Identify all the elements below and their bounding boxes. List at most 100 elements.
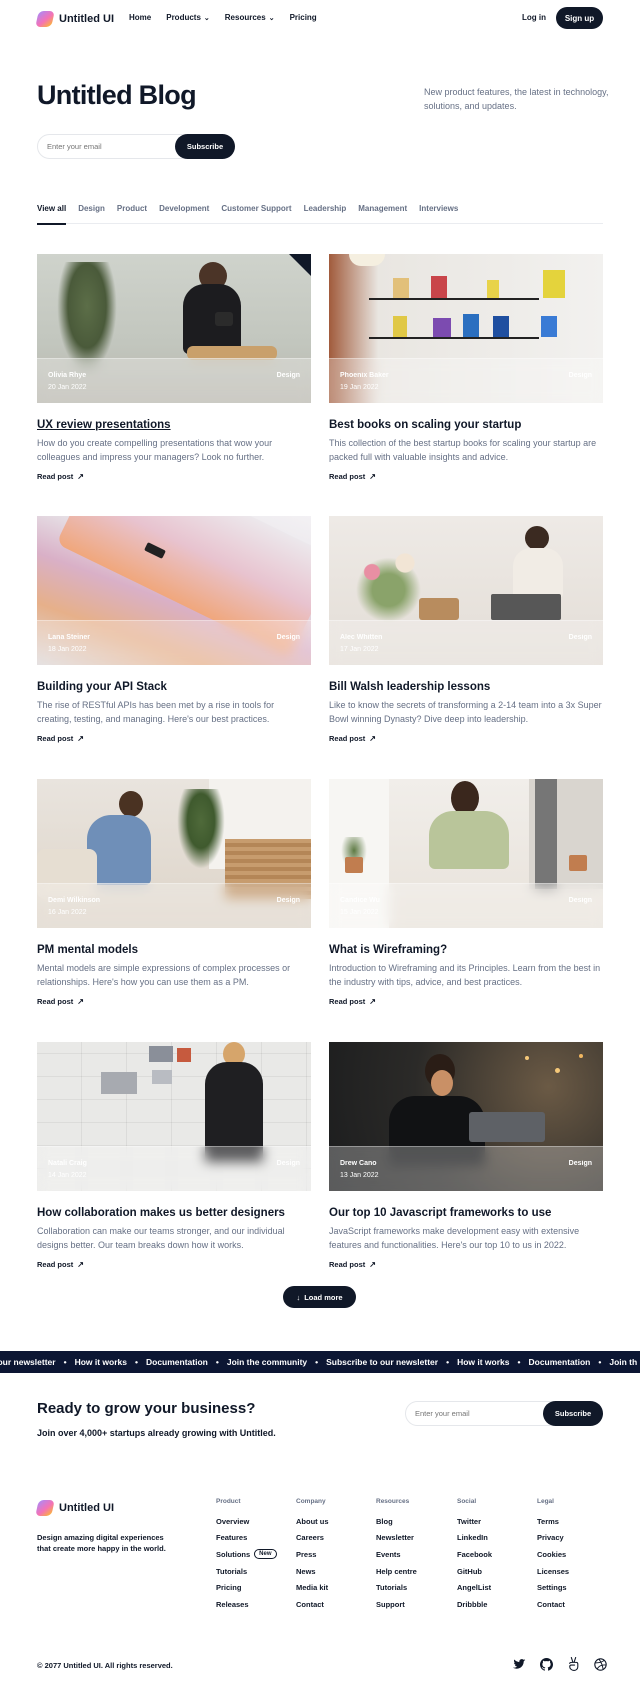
angellist-icon[interactable] bbox=[564, 1655, 582, 1673]
post-title[interactable]: PM mental models bbox=[37, 944, 311, 956]
footer-link[interactable]: Licenses bbox=[537, 1563, 569, 1580]
read-post-link[interactable]: Read post ↗ bbox=[37, 734, 311, 743]
cta-email-input[interactable] bbox=[406, 1402, 534, 1425]
footer-logo[interactable]: Untitled UI bbox=[35, 1500, 114, 1516]
footer-link[interactable]: Facebook bbox=[457, 1546, 492, 1563]
chevron-down-icon: ⌄ bbox=[203, 14, 210, 22]
marquee-item[interactable]: Join th bbox=[609, 1357, 637, 1367]
footer-link[interactable]: Cookies bbox=[537, 1546, 569, 1563]
logo-mark-icon bbox=[35, 11, 55, 27]
brand-logo[interactable]: Untitled UI bbox=[35, 11, 114, 27]
footer-link[interactable]: LinkedIn bbox=[457, 1530, 492, 1547]
footer-link[interactable]: Tutorials bbox=[376, 1579, 417, 1596]
footer-link[interactable]: Twitter bbox=[457, 1513, 492, 1530]
marquee-item[interactable]: Documentation bbox=[528, 1357, 590, 1367]
footer-link[interactable]: Media kit bbox=[296, 1579, 329, 1596]
footer-link[interactable]: Careers bbox=[296, 1530, 329, 1547]
tab-view-all[interactable]: View all bbox=[37, 204, 67, 225]
post-card[interactable]: Olivia Rhye 20 Jan 2022 Design UX review… bbox=[37, 254, 311, 481]
signup-button[interactable]: Sign up bbox=[556, 7, 603, 29]
post-image: Olivia Rhye 20 Jan 2022 Design bbox=[37, 254, 311, 403]
post-title[interactable]: UX review presentations bbox=[37, 419, 311, 431]
post-card[interactable]: Candice Wu 15 Jan 2022 Design What is Wi… bbox=[329, 779, 603, 1006]
read-post-link[interactable]: Read post ↗ bbox=[329, 1260, 603, 1269]
post-title[interactable]: Building your API Stack bbox=[37, 681, 311, 693]
cta-subscribe-button[interactable]: Subscribe bbox=[543, 1401, 603, 1426]
post-title[interactable]: What is Wireframing? bbox=[329, 944, 603, 956]
login-link[interactable]: Log in bbox=[522, 13, 546, 22]
footer-link[interactable]: Blog bbox=[376, 1513, 417, 1530]
footer-link[interactable]: Settings bbox=[537, 1579, 569, 1596]
marquee-item[interactable]: Subscribe to our newsletter bbox=[326, 1357, 438, 1367]
nav-link-home[interactable]: Home bbox=[129, 13, 151, 22]
marquee-item[interactable]: Join the community bbox=[227, 1357, 307, 1367]
post-card[interactable]: Drew Cano 13 Jan 2022 Design Our top 10 … bbox=[329, 1042, 603, 1269]
read-post-link[interactable]: Read post ↗ bbox=[37, 1260, 311, 1269]
tab-customer-support[interactable]: Customer Support bbox=[221, 204, 291, 224]
email-input[interactable] bbox=[38, 142, 166, 151]
footer-link[interactable]: Overview bbox=[216, 1513, 277, 1530]
footer-link[interactable]: Help centre bbox=[376, 1563, 417, 1580]
marquee-item[interactable]: How it works bbox=[75, 1357, 127, 1367]
subscribe-form: Subscribe bbox=[37, 134, 235, 159]
post-image: Natali Craig 14 Jan 2022 Design bbox=[37, 1042, 311, 1191]
marquee-item[interactable]: e to our newsletter bbox=[0, 1357, 56, 1367]
marquee-item[interactable]: How it works bbox=[457, 1357, 509, 1367]
post-title[interactable]: How collaboration makes us better design… bbox=[37, 1207, 311, 1219]
nav-link-pricing[interactable]: Pricing bbox=[290, 13, 317, 22]
footer-link[interactable]: Pricing bbox=[216, 1579, 277, 1596]
post-category: Design bbox=[276, 1160, 300, 1167]
post-title[interactable]: Our top 10 Javascript frameworks to use bbox=[329, 1207, 603, 1219]
footer-link[interactable]: Releases bbox=[216, 1596, 277, 1613]
tab-design[interactable]: Design bbox=[78, 204, 105, 224]
post-author: Lana Steiner bbox=[48, 634, 91, 641]
load-more-button[interactable]: ↓ Load more bbox=[283, 1286, 356, 1308]
footer-link[interactable]: Tutorials bbox=[216, 1563, 277, 1580]
new-badge: New bbox=[254, 1549, 277, 1560]
footer-link[interactable]: News bbox=[296, 1563, 329, 1580]
tab-product[interactable]: Product bbox=[117, 204, 147, 224]
subscribe-button[interactable]: Subscribe bbox=[175, 134, 235, 159]
read-post-link[interactable]: Read post ↗ bbox=[329, 997, 603, 1006]
post-description: How do you create compelling presentatio… bbox=[37, 438, 273, 462]
post-card[interactable]: Phoenix Baker 19 Jan 2022 Design Best bo… bbox=[329, 254, 603, 481]
post-title[interactable]: Best books on scaling your startup bbox=[329, 419, 603, 431]
footer-link[interactable]: Features bbox=[216, 1530, 277, 1547]
post-card[interactable]: Demi Wilkinson 16 Jan 2022 Design PM men… bbox=[37, 779, 311, 1006]
tab-leadership[interactable]: Leadership bbox=[304, 204, 347, 224]
nav-link-products[interactable]: Products ⌄ bbox=[166, 13, 210, 22]
footer-link[interactable]: About us bbox=[296, 1513, 329, 1530]
tab-interviews[interactable]: Interviews bbox=[419, 204, 458, 224]
footer-link[interactable]: Contact bbox=[296, 1596, 329, 1613]
footer-link[interactable]: Press bbox=[296, 1546, 329, 1563]
post-card[interactable]: Alec Whitten 17 Jan 2022 Design Bill Wal… bbox=[329, 516, 603, 743]
footer-link[interactable]: Newsletter bbox=[376, 1530, 417, 1547]
chevron-down-icon: ⌄ bbox=[268, 14, 275, 22]
twitter-icon[interactable] bbox=[510, 1655, 528, 1673]
read-post-link[interactable]: Read post ↗ bbox=[329, 472, 603, 481]
footer-link[interactable]: Events bbox=[376, 1546, 417, 1563]
footer-link[interactable]: Support bbox=[376, 1596, 417, 1613]
read-post-link[interactable]: Read post ↗ bbox=[37, 997, 311, 1006]
post-card[interactable]: Natali Craig 14 Jan 2022 Design How coll… bbox=[37, 1042, 311, 1269]
dribbble-icon[interactable] bbox=[591, 1655, 609, 1673]
marquee-item[interactable]: Documentation bbox=[146, 1357, 208, 1367]
footer-link[interactable]: Dribbble bbox=[457, 1596, 492, 1613]
footer-link-solutions[interactable]: Solutions New bbox=[216, 1546, 277, 1563]
footer-link[interactable]: AngelList bbox=[457, 1579, 492, 1596]
footer-link[interactable]: Contact bbox=[537, 1596, 569, 1613]
post-title[interactable]: Bill Walsh leadership lessons bbox=[329, 681, 603, 693]
tab-development[interactable]: Development bbox=[159, 204, 209, 224]
read-post-link[interactable]: Read post ↗ bbox=[329, 734, 603, 743]
tab-management[interactable]: Management bbox=[358, 204, 407, 224]
post-card[interactable]: Lana Steiner 18 Jan 2022 Design Building… bbox=[37, 516, 311, 743]
footer-link[interactable]: GitHub bbox=[457, 1563, 492, 1580]
github-icon[interactable] bbox=[537, 1655, 555, 1673]
footer-link[interactable]: Terms bbox=[537, 1513, 569, 1530]
read-post-link[interactable]: Read post ↗ bbox=[37, 472, 311, 481]
footer-brand-name: Untitled UI bbox=[59, 1502, 114, 1514]
post-date: 19 Jan 2022 bbox=[340, 384, 379, 391]
footer-link[interactable]: Privacy bbox=[537, 1530, 569, 1547]
nav-link-resources[interactable]: Resources ⌄ bbox=[225, 13, 275, 22]
footer-heading: Product bbox=[216, 1498, 241, 1505]
